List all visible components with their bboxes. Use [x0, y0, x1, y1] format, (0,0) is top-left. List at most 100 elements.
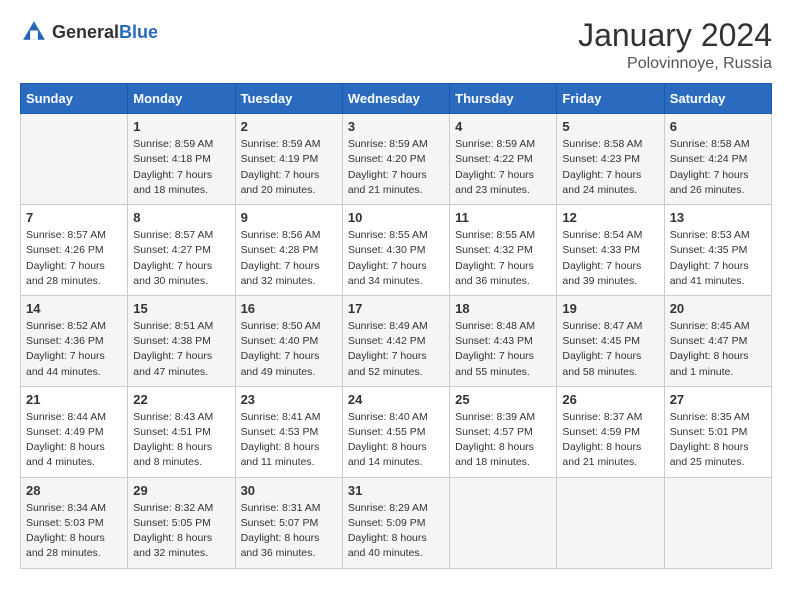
day-cell: 9Sunrise: 8:56 AMSunset: 4:28 PMDaylight…: [235, 205, 342, 296]
sunset-text: Sunset: 5:09 PM: [348, 516, 444, 531]
day-number: 6: [670, 119, 766, 134]
logo-blue-text: Blue: [119, 23, 158, 41]
sunset-text: Sunset: 4:28 PM: [241, 243, 337, 258]
day-info: Sunrise: 8:59 AMSunset: 4:18 PMDaylight:…: [133, 137, 229, 198]
logo-icon: [20, 18, 48, 46]
week-row-3: 14Sunrise: 8:52 AMSunset: 4:36 PMDayligh…: [21, 295, 772, 386]
day-number: 31: [348, 483, 444, 498]
calendar-table: SundayMondayTuesdayWednesdayThursdayFrid…: [20, 83, 772, 568]
day-number: 15: [133, 301, 229, 316]
sunrise-text: Sunrise: 8:37 AM: [562, 410, 658, 425]
sunrise-text: Sunrise: 8:47 AM: [562, 319, 658, 334]
day-number: 5: [562, 119, 658, 134]
logo-general-text: General: [52, 23, 119, 41]
logo: GeneralBlue: [20, 18, 158, 46]
sunset-text: Sunset: 4:19 PM: [241, 152, 337, 167]
sunrise-text: Sunrise: 8:40 AM: [348, 410, 444, 425]
daylight-text: Daylight: 7 hours and 21 minutes.: [348, 168, 444, 198]
daylight-text: Daylight: 7 hours and 30 minutes.: [133, 259, 229, 289]
sunset-text: Sunset: 4:51 PM: [133, 425, 229, 440]
header: GeneralBlue January 2024 Polovinnoye, Ru…: [20, 18, 772, 73]
sunrise-text: Sunrise: 8:56 AM: [241, 228, 337, 243]
day-number: 24: [348, 392, 444, 407]
daylight-text: Daylight: 7 hours and 18 minutes.: [133, 168, 229, 198]
day-cell: 30Sunrise: 8:31 AMSunset: 5:07 PMDayligh…: [235, 477, 342, 568]
daylight-text: Daylight: 7 hours and 44 minutes.: [26, 349, 122, 379]
daylight-text: Daylight: 7 hours and 34 minutes.: [348, 259, 444, 289]
day-cell: 2Sunrise: 8:59 AMSunset: 4:19 PMDaylight…: [235, 114, 342, 205]
daylight-text: Daylight: 7 hours and 41 minutes.: [670, 259, 766, 289]
sunrise-text: Sunrise: 8:59 AM: [455, 137, 551, 152]
day-number: 1: [133, 119, 229, 134]
sunrise-text: Sunrise: 8:45 AM: [670, 319, 766, 334]
sunset-text: Sunset: 4:22 PM: [455, 152, 551, 167]
sunset-text: Sunset: 5:03 PM: [26, 516, 122, 531]
day-cell: 27Sunrise: 8:35 AMSunset: 5:01 PMDayligh…: [664, 386, 771, 477]
day-info: Sunrise: 8:58 AMSunset: 4:24 PMDaylight:…: [670, 137, 766, 198]
sunset-text: Sunset: 4:59 PM: [562, 425, 658, 440]
day-info: Sunrise: 8:53 AMSunset: 4:35 PMDaylight:…: [670, 228, 766, 289]
day-info: Sunrise: 8:44 AMSunset: 4:49 PMDaylight:…: [26, 410, 122, 471]
day-info: Sunrise: 8:54 AMSunset: 4:33 PMDaylight:…: [562, 228, 658, 289]
day-cell: 16Sunrise: 8:50 AMSunset: 4:40 PMDayligh…: [235, 295, 342, 386]
day-info: Sunrise: 8:31 AMSunset: 5:07 PMDaylight:…: [241, 501, 337, 562]
daylight-text: Daylight: 8 hours and 8 minutes.: [133, 440, 229, 470]
day-info: Sunrise: 8:40 AMSunset: 4:55 PMDaylight:…: [348, 410, 444, 471]
day-info: Sunrise: 8:47 AMSunset: 4:45 PMDaylight:…: [562, 319, 658, 380]
title-block: January 2024 Polovinnoye, Russia: [578, 18, 772, 73]
sunset-text: Sunset: 4:18 PM: [133, 152, 229, 167]
sunrise-text: Sunrise: 8:50 AM: [241, 319, 337, 334]
day-number: 17: [348, 301, 444, 316]
sunset-text: Sunset: 4:26 PM: [26, 243, 122, 258]
sunset-text: Sunset: 4:32 PM: [455, 243, 551, 258]
sunset-text: Sunset: 4:23 PM: [562, 152, 658, 167]
daylight-text: Daylight: 7 hours and 24 minutes.: [562, 168, 658, 198]
day-number: 23: [241, 392, 337, 407]
day-cell: 19 Sunrise: 8:47 AMSunset: 4:45 PMDayligh…: [557, 295, 664, 386]
daylight-text: Daylight: 7 hours and 32 minutes.: [241, 259, 337, 289]
sunset-text: Sunset: 4:57 PM: [455, 425, 551, 440]
day-info: Sunrise: 8:29 AMSunset: 5:09 PMDaylight:…: [348, 501, 444, 562]
daylight-text: Daylight: 8 hours and 25 minutes.: [670, 440, 766, 470]
day-number: 19: [562, 301, 658, 316]
sunrise-text: Sunrise: 8:54 AM: [562, 228, 658, 243]
day-cell: 18Sunrise: 8:48 AMSunset: 4:43 PMDayligh…: [450, 295, 557, 386]
day-info: Sunrise: 8:45 AMSunset: 4:47 PMDaylight:…: [670, 319, 766, 380]
daylight-text: Daylight: 8 hours and 28 minutes.: [26, 531, 122, 561]
week-row-5: 28Sunrise: 8:34 AMSunset: 5:03 PMDayligh…: [21, 477, 772, 568]
day-cell: 31 Sunrise: 8:29 AMSunset: 5:09 PMDayligh…: [342, 477, 449, 568]
sunrise-text: Sunrise: 8:55 AM: [455, 228, 551, 243]
day-number: 7: [26, 210, 122, 225]
day-header-monday: Monday: [128, 84, 235, 114]
daylight-text: Daylight: 8 hours and 32 minutes.: [133, 531, 229, 561]
sunset-text: Sunset: 4:45 PM: [562, 334, 658, 349]
daylight-text: Daylight: 7 hours and 47 minutes.: [133, 349, 229, 379]
day-info: Sunrise: 8:48 AMSunset: 4:43 PMDaylight:…: [455, 319, 551, 380]
day-info: Sunrise: 8:49 AMSunset: 4:42 PMDaylight:…: [348, 319, 444, 380]
day-header-wednesday: Wednesday: [342, 84, 449, 114]
sunset-text: Sunset: 4:27 PM: [133, 243, 229, 258]
day-cell: 1 Sunrise: 8:59 AMSunset: 4:18 PMDaylight…: [128, 114, 235, 205]
day-number: 13: [670, 210, 766, 225]
day-info: Sunrise: 8:32 AMSunset: 5:05 PMDaylight:…: [133, 501, 229, 562]
daylight-text: Daylight: 8 hours and 40 minutes.: [348, 531, 444, 561]
day-cell: 11Sunrise: 8:55 AMSunset: 4:32 PMDayligh…: [450, 205, 557, 296]
sunset-text: Sunset: 5:05 PM: [133, 516, 229, 531]
day-cell: 6 Sunrise: 8:58 AMSunset: 4:24 PMDaylight…: [664, 114, 771, 205]
day-header-tuesday: Tuesday: [235, 84, 342, 114]
subtitle: Polovinnoye, Russia: [578, 55, 772, 73]
day-cell: 7Sunrise: 8:57 AMSunset: 4:26 PMDaylight…: [21, 205, 128, 296]
daylight-text: Daylight: 8 hours and 11 minutes.: [241, 440, 337, 470]
sunrise-text: Sunrise: 8:34 AM: [26, 501, 122, 516]
sunrise-text: Sunrise: 8:49 AM: [348, 319, 444, 334]
day-cell: 8Sunrise: 8:57 AMSunset: 4:27 PMDaylight…: [128, 205, 235, 296]
day-number: 4: [455, 119, 551, 134]
day-number: 21: [26, 392, 122, 407]
day-cell: [664, 477, 771, 568]
day-info: Sunrise: 8:35 AMSunset: 5:01 PMDaylight:…: [670, 410, 766, 471]
day-cell: 13 Sunrise: 8:53 AMSunset: 4:35 PMDayligh…: [664, 205, 771, 296]
day-number: 25: [455, 392, 551, 407]
daylight-text: Daylight: 8 hours and 4 minutes.: [26, 440, 122, 470]
sunset-text: Sunset: 4:33 PM: [562, 243, 658, 258]
sunrise-text: Sunrise: 8:31 AM: [241, 501, 337, 516]
